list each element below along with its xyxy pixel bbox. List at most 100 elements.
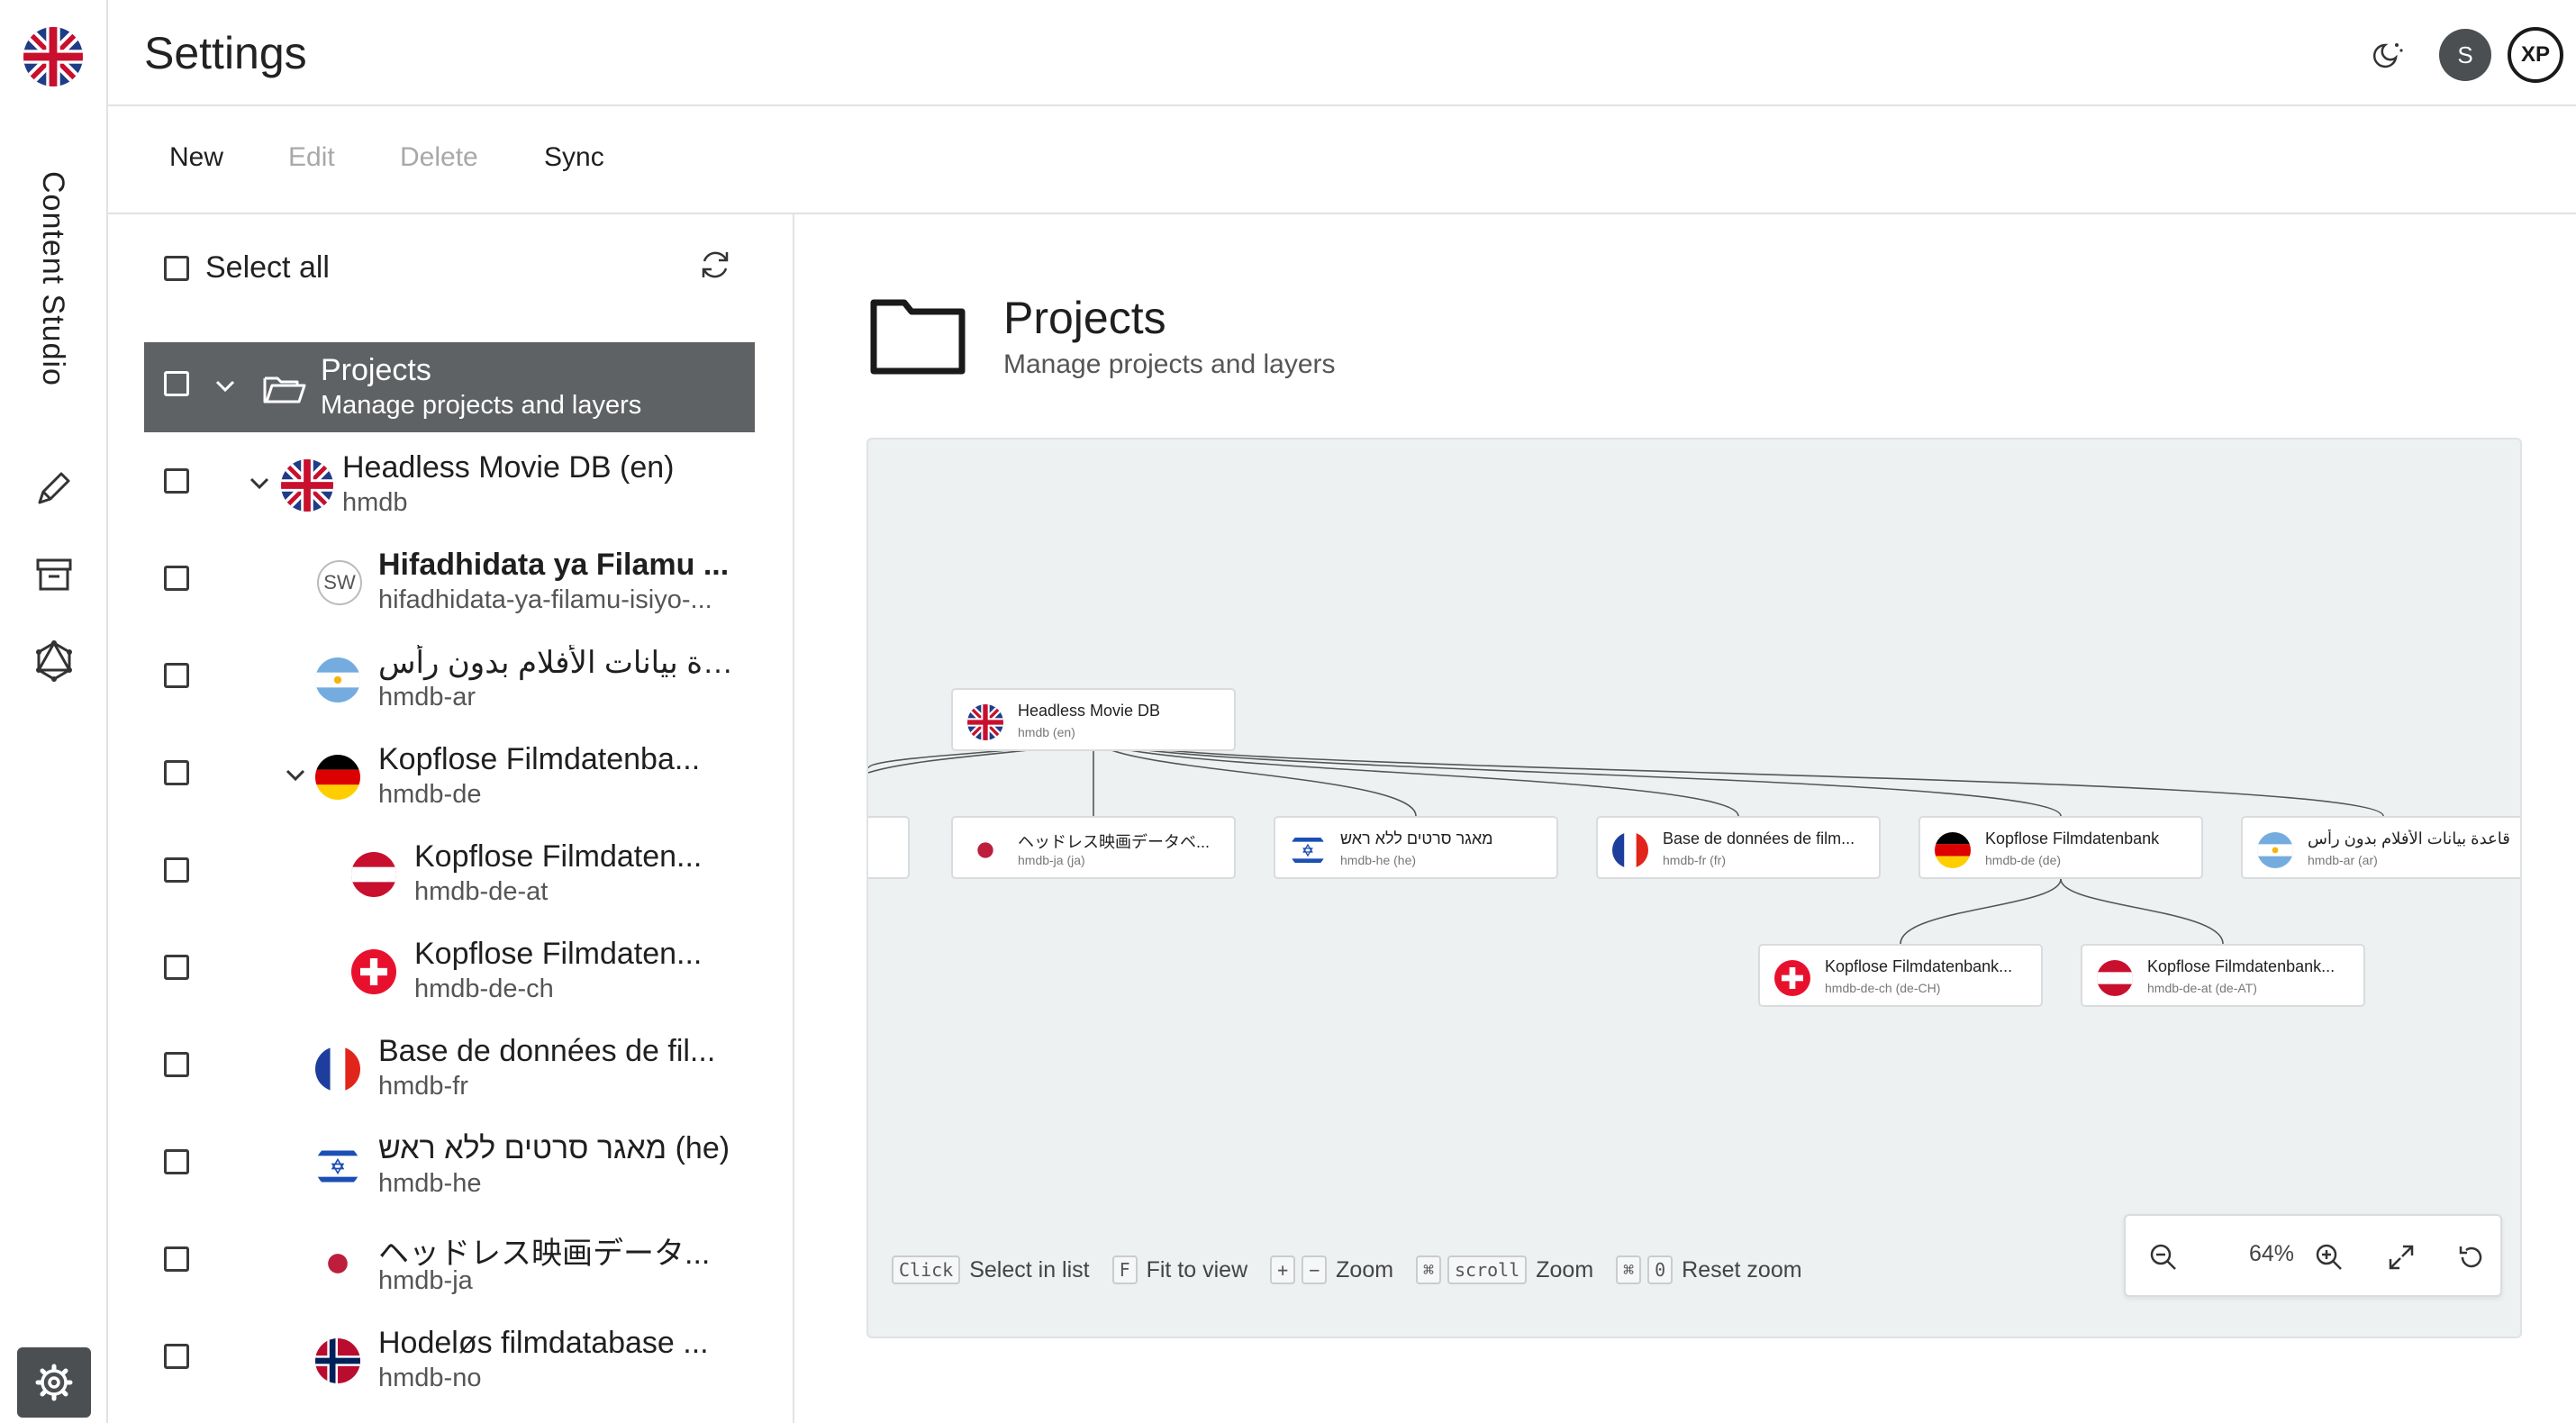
row-checkbox[interactable] xyxy=(164,1052,189,1077)
row-checkbox[interactable] xyxy=(164,1344,189,1369)
node-title: ヘッドレス映画データベ... xyxy=(1018,833,1211,851)
zoom-in-icon[interactable] xyxy=(2313,1241,2345,1273)
archive-icon[interactable] xyxy=(31,551,77,598)
delete-button[interactable]: Delete xyxy=(400,142,478,173)
graph-node-ar[interactable]: قاعدة بيانات الأفلام بدون رأس hmdb-ar (a… xyxy=(2241,816,2520,879)
kbd-scroll: scroll xyxy=(1447,1255,1528,1284)
graphql-icon[interactable] xyxy=(31,638,77,684)
new-button[interactable]: New xyxy=(169,142,223,173)
row-checkbox[interactable] xyxy=(164,371,189,396)
row-title: Kopflose Filmdaten... xyxy=(414,937,703,971)
zoom-controls: 64% xyxy=(2124,1214,2502,1297)
zoom-out-icon[interactable] xyxy=(2147,1241,2180,1273)
tree-row-de-ch[interactable]: Kopflose Filmdaten... hmdb-de-ch xyxy=(144,926,755,1016)
tree-row-fr[interactable]: Base de données de fil... hmdb-fr xyxy=(144,1023,755,1113)
node-subtitle: hmdb-fr (fr) xyxy=(1663,853,1726,867)
row-checkbox[interactable] xyxy=(164,1149,189,1174)
row-checkbox[interactable] xyxy=(164,955,189,980)
row-subtitle: hmdb-ja xyxy=(378,1266,473,1295)
tree-row-sw[interactable]: SW Hifadhidata ya Filamu ... hifadhidata… xyxy=(144,537,755,627)
kbd-plus: + xyxy=(1270,1255,1296,1284)
row-subtitle: hmdb-de-at xyxy=(414,877,549,906)
kbd-minus: − xyxy=(1302,1255,1328,1284)
kbd-cmd: ⌘ xyxy=(1616,1255,1642,1284)
tree-row-he[interactable]: מאגר סרטים ללא ראש (he) hmdb-he xyxy=(144,1120,755,1210)
row-title: Projects xyxy=(321,353,431,387)
node-subtitle: hmdb-de (de) xyxy=(1985,853,2062,867)
row-title: מאגר סרטים ללא ראש (he) xyxy=(378,1131,730,1165)
row-title: Base de données de fil... xyxy=(378,1034,716,1068)
folder-open-icon xyxy=(263,376,306,403)
app-name[interactable]: Content Studio xyxy=(32,171,74,387)
page-title: Settings xyxy=(144,28,307,78)
flag-il-icon xyxy=(1290,832,1326,868)
edit-button[interactable]: Edit xyxy=(288,142,335,173)
xp-logo[interactable]: XP xyxy=(2508,27,2563,83)
fit-to-view-icon[interactable] xyxy=(2385,1241,2417,1273)
select-all-checkbox[interactable] xyxy=(164,256,189,281)
tree-row-projects[interactable]: Projects Manage projects and layers xyxy=(144,342,755,432)
flag-uk-icon[interactable] xyxy=(23,27,83,86)
sync-button[interactable]: Sync xyxy=(544,142,604,173)
flag-uk-icon xyxy=(967,704,1003,740)
settings-button[interactable] xyxy=(17,1347,91,1418)
flag-fr-icon xyxy=(315,1047,360,1092)
graph-node-ja[interactable]: ヘッドレス映画データベ... hmdb-ja (ja) xyxy=(951,816,1236,879)
row-subtitle: hmdb-de-ch xyxy=(414,974,554,1003)
graph-node-de[interactable]: Kopflose Filmdatenbank hmdb-de (de) xyxy=(1918,816,2203,879)
chevron-down-icon[interactable] xyxy=(243,467,276,499)
kbd-cmd: ⌘ xyxy=(1416,1255,1442,1284)
graph-node-root[interactable]: Headless Movie DB hmdb (en) xyxy=(951,688,1236,751)
row-checkbox[interactable] xyxy=(164,760,189,785)
tree-row-no[interactable]: Hodeløs filmdatabase ... hmdb-no xyxy=(144,1315,755,1405)
flag-jp-icon xyxy=(315,1241,360,1286)
chevron-down-icon[interactable] xyxy=(209,369,241,402)
row-title: Kopflose Filmdaten... xyxy=(414,839,703,874)
refresh-icon[interactable] xyxy=(697,247,733,283)
tree-row-de-at[interactable]: Kopflose Filmdaten... hmdb-de-at xyxy=(144,829,755,919)
node-title: מאגר סרטים ללא ראש xyxy=(1340,829,1493,847)
graph-node-de-at[interactable]: Kopflose Filmdatenbank... hmdb-de-at (de… xyxy=(2081,944,2365,1007)
row-title: Hodeløs filmdatabase ... xyxy=(378,1326,709,1360)
row-subtitle: Manage projects and layers xyxy=(321,391,642,420)
graph-node-de-ch[interactable]: Kopflose Filmdatenbank... hmdb-de-ch (de… xyxy=(1758,944,2043,1007)
tree-row-hmdb[interactable]: Headless Movie DB (en) hmdb xyxy=(144,440,755,530)
row-checkbox[interactable] xyxy=(164,468,189,494)
node-subtitle: hmdb-ja (ja) xyxy=(1018,853,1085,867)
theme-toggle-icon[interactable] xyxy=(2367,34,2408,76)
row-subtitle: hmdb-fr xyxy=(378,1072,468,1101)
chevron-down-icon[interactable] xyxy=(279,758,312,791)
tree-row-ja[interactable]: ヘッドレス映画データ... hmdb-ja xyxy=(144,1218,755,1308)
tree-row-ar[interactable]: قاعدة بيانات الأفلام بدون رأس (ar) hmdb-… xyxy=(144,634,755,724)
graph-node-offscreen[interactable] xyxy=(868,816,910,879)
flag-jp-icon xyxy=(967,832,1003,868)
row-checkbox[interactable] xyxy=(164,1246,189,1272)
gear-icon xyxy=(35,1364,73,1401)
hint-text: Select in list xyxy=(969,1256,1090,1283)
sw-badge: SW xyxy=(317,560,362,605)
avatar[interactable]: S xyxy=(2439,29,2491,81)
detail-title: Projects xyxy=(1003,293,1166,343)
zoom-level: 64% xyxy=(2248,1241,2295,1266)
node-title: Kopflose Filmdatenbank xyxy=(1985,829,2160,847)
flag-ar-icon xyxy=(315,657,360,702)
row-title: قاعدة بيانات الأفلام بدون رأس (ar) xyxy=(378,646,739,680)
node-subtitle: hmdb-de-at (de-AT) xyxy=(2147,981,2257,995)
node-title: Headless Movie DB xyxy=(1018,702,1161,720)
pencil-icon[interactable] xyxy=(31,465,77,512)
row-subtitle: hifadhidata-ya-filamu-isiyo-... xyxy=(378,585,712,614)
row-checkbox[interactable] xyxy=(164,663,189,688)
graph-node-he[interactable]: מאגר סרטים ללא ראש hmdb-he (he) xyxy=(1274,816,1558,879)
kbd-click: Click xyxy=(892,1255,961,1284)
node-subtitle: hmdb (en) xyxy=(1018,725,1075,739)
select-all-label[interactable]: Select all xyxy=(205,250,330,286)
toolbar: New Edit Delete Sync xyxy=(108,106,2576,214)
tree-row-de[interactable]: Kopflose Filmdatenba... hmdb-de xyxy=(144,731,755,821)
row-subtitle: hmdb xyxy=(342,488,408,517)
row-checkbox[interactable] xyxy=(164,566,189,591)
row-checkbox[interactable] xyxy=(164,857,189,883)
reset-zoom-icon[interactable] xyxy=(2455,1241,2488,1273)
kbd-f: F xyxy=(1111,1255,1138,1284)
graph-node-fr[interactable]: Base de données de film... hmdb-fr (fr) xyxy=(1596,816,1881,879)
project-graph-canvas[interactable]: Headless Movie DB hmdb (en) ヘッドレス映画データベ.… xyxy=(866,438,2522,1338)
